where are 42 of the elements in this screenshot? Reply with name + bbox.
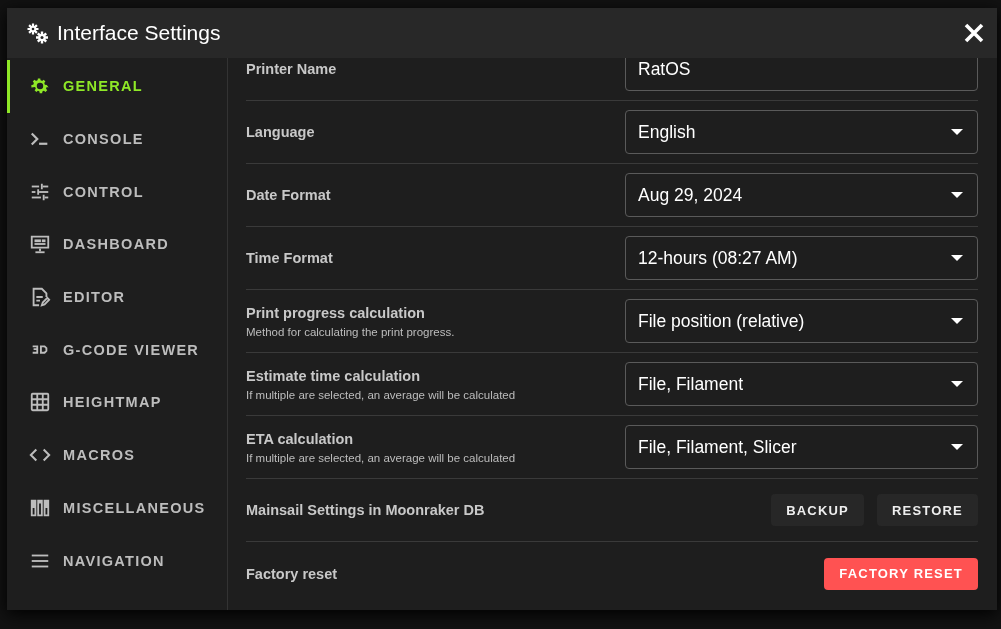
setting-label: Estimate time calculation bbox=[246, 367, 422, 384]
setting-label: Language bbox=[246, 124, 316, 140]
monitor-icon bbox=[29, 233, 51, 256]
select-field[interactable]: File, Filament, Slicer bbox=[625, 425, 978, 469]
sidebar-item[interactable]: NAVIGATION bbox=[7, 534, 227, 587]
sidebar-item[interactable]: GENERAL bbox=[7, 60, 227, 113]
dropdown-caret-icon bbox=[951, 380, 963, 388]
select-field[interactable]: Aug 29, 2024 bbox=[625, 173, 978, 217]
dropdown-caret-icon bbox=[951, 191, 963, 199]
setting-label: Printer Name bbox=[246, 61, 338, 77]
sidebar-item[interactable]: DASHBOARD bbox=[7, 218, 227, 271]
setting-label: Mainsail Settings in Moonraker DB bbox=[246, 502, 486, 518]
settings-button[interactable]: RESTORE bbox=[877, 494, 978, 526]
sidebar-item[interactable]: CONSOLE bbox=[7, 112, 227, 166]
gears-icon bbox=[25, 21, 49, 45]
sidebar-item[interactable]: CONTROL bbox=[7, 165, 227, 219]
dropdown-caret-icon bbox=[951, 254, 963, 262]
select-field[interactable]: File, Filament bbox=[625, 362, 978, 406]
select-field[interactable]: 12-hours (08:27 AM) bbox=[625, 236, 978, 280]
setting-label: Factory reset bbox=[246, 565, 339, 582]
sidebar-item[interactable]: EDITOR bbox=[7, 270, 227, 324]
sidebar-item[interactable]: MISCELLANEOUS bbox=[7, 481, 227, 535]
close-icon[interactable] bbox=[963, 22, 985, 44]
sidebar-item[interactable]: HEIGHTMAP bbox=[7, 376, 227, 429]
setting-label: ETA calculation bbox=[246, 430, 355, 447]
dialog-title: Interface Settings bbox=[57, 21, 222, 45]
setting-hint: If multiple are selected, an average will be calculated bbox=[246, 451, 517, 464]
setting-hint: Method for calculating the print progress. bbox=[246, 325, 456, 338]
settings-button[interactable]: BACKUP bbox=[771, 494, 864, 526]
dropdown-caret-icon bbox=[951, 443, 963, 451]
sidebar-item[interactable]: G-CODE VIEWER bbox=[7, 323, 227, 377]
setting-label: Print progress calculation bbox=[246, 304, 426, 321]
select-field[interactable]: File position (relative) bbox=[625, 299, 978, 343]
setting-hint: If multiple are selected, an average will be calculated bbox=[246, 388, 517, 401]
setting-label: Date Format bbox=[246, 187, 332, 203]
printer-name-field[interactable]: RatOS bbox=[625, 58, 978, 91]
setting-label: Time Format bbox=[246, 250, 334, 266]
dropdown-caret-icon bbox=[951, 128, 963, 136]
dropdown-caret-icon bbox=[951, 317, 963, 325]
grid-icon bbox=[29, 391, 51, 414]
select-field[interactable]: English bbox=[625, 110, 978, 154]
sidebar-item[interactable]: MACROS bbox=[7, 428, 227, 482]
